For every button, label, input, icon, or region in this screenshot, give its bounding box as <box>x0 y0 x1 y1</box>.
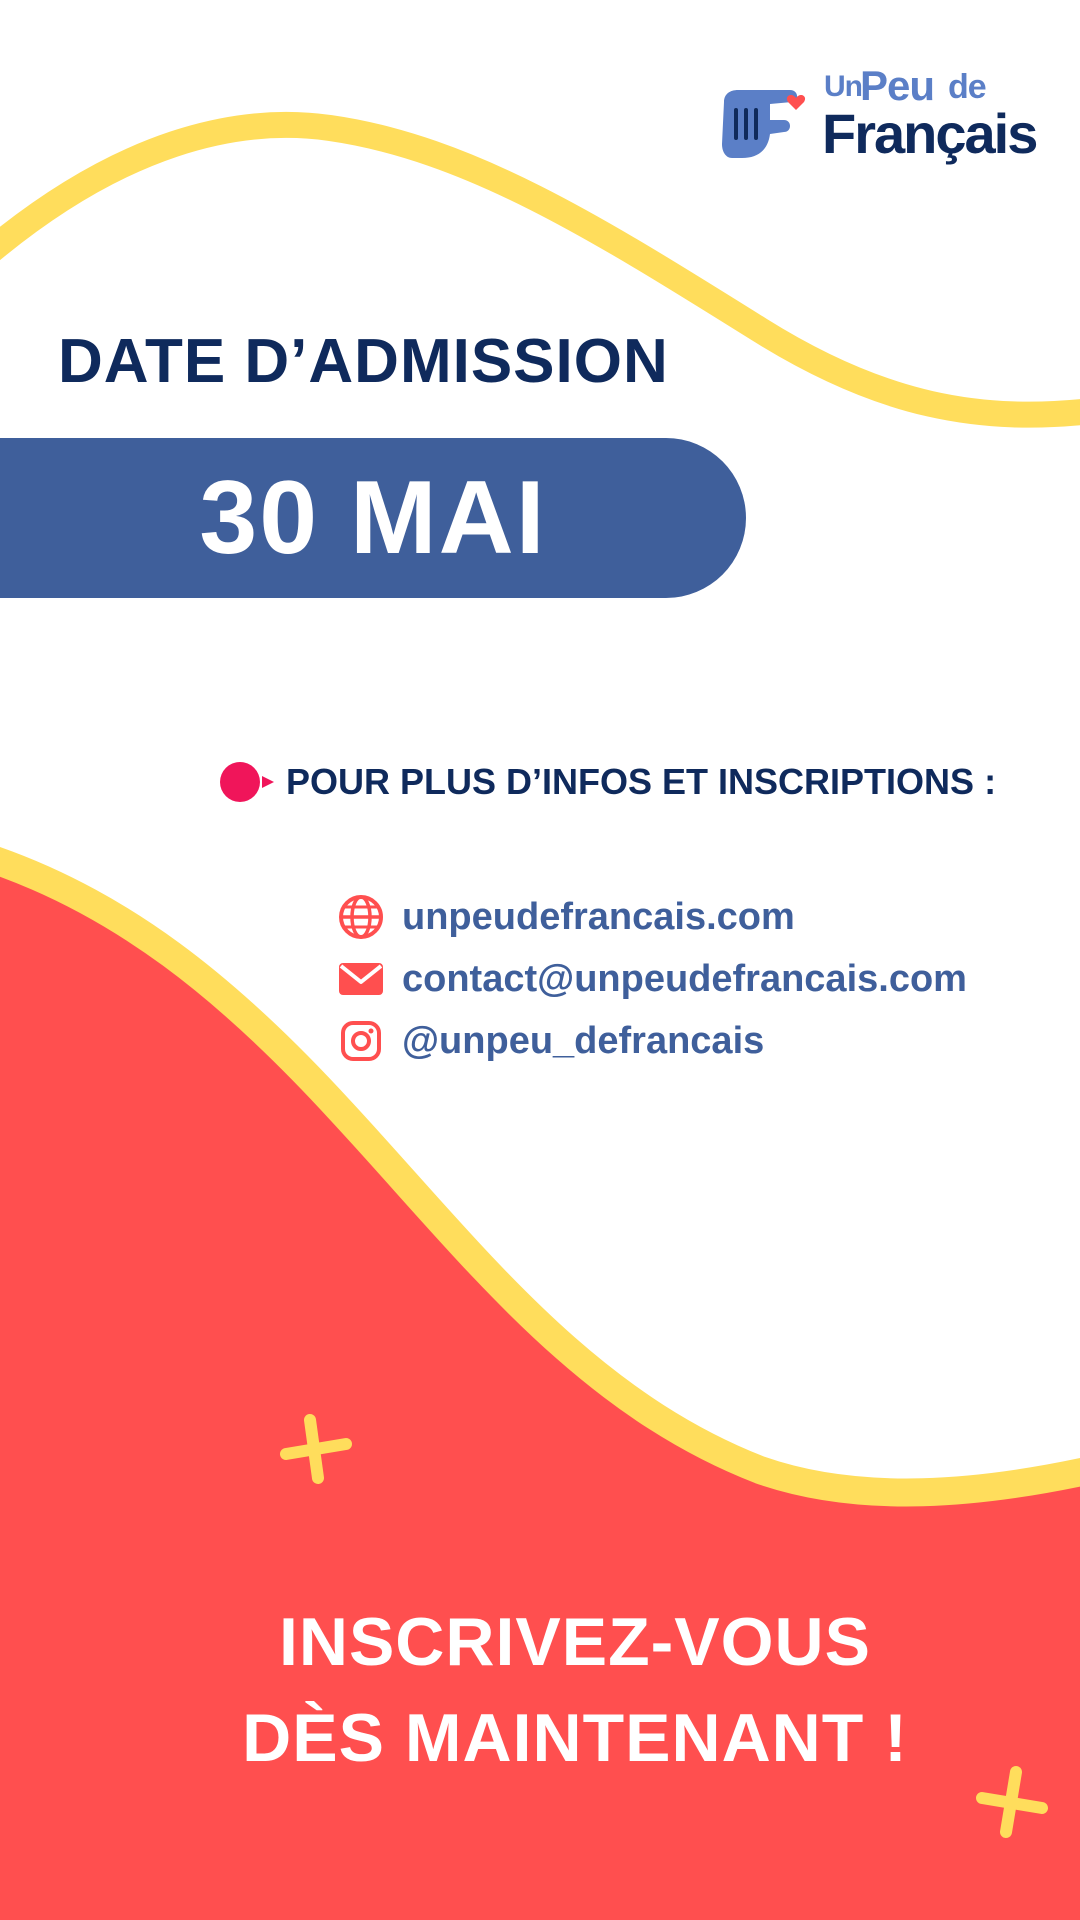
hand-heart-icon <box>722 90 806 158</box>
admission-date: 30 MAI <box>199 460 547 576</box>
globe-icon <box>336 892 386 942</box>
contact-list: unpeudefrancais.com contact@unpeudefranc… <box>336 886 967 1072</box>
contact-website[interactable]: unpeudefrancais.com <box>336 886 967 948</box>
instagram-handle[interactable]: @unpeu_defrancais <box>402 1020 764 1063</box>
call-to-action[interactable]: INSCRIVEZ-VOUS DÈS MAINTENANT ! <box>170 1594 980 1786</box>
email-link[interactable]: contact@unpeudefrancais.com <box>402 958 967 1001</box>
admission-title: DATE D’ADMISSION <box>58 327 669 396</box>
logo-un: Un <box>824 70 863 103</box>
instagram-icon <box>336 1016 386 1066</box>
cta-line-2: DÈS MAINTENANT ! <box>242 1700 908 1776</box>
info-heading: POUR PLUS D’INFOS ET INSCRIPTIONS : <box>286 761 997 802</box>
brand-logo[interactable]: Un Peu de Français <box>718 62 1038 172</box>
cta-line-1: INSCRIVEZ-VOUS <box>278 1604 872 1680</box>
website-link[interactable]: unpeudefrancais.com <box>402 896 795 939</box>
contact-instagram[interactable]: @unpeu_defrancais <box>336 1010 967 1072</box>
contact-email[interactable]: contact@unpeudefrancais.com <box>336 948 967 1010</box>
info-heading-row: POUR PLUS D’INFOS ET INSCRIPTIONS : <box>218 760 996 804</box>
poster: Un Peu de Français DATE D’ADMISSION 30 M… <box>0 0 1080 1920</box>
record-dot-icon <box>220 762 274 802</box>
logo-francais: Français <box>822 102 1038 165</box>
mail-icon <box>336 954 386 1004</box>
